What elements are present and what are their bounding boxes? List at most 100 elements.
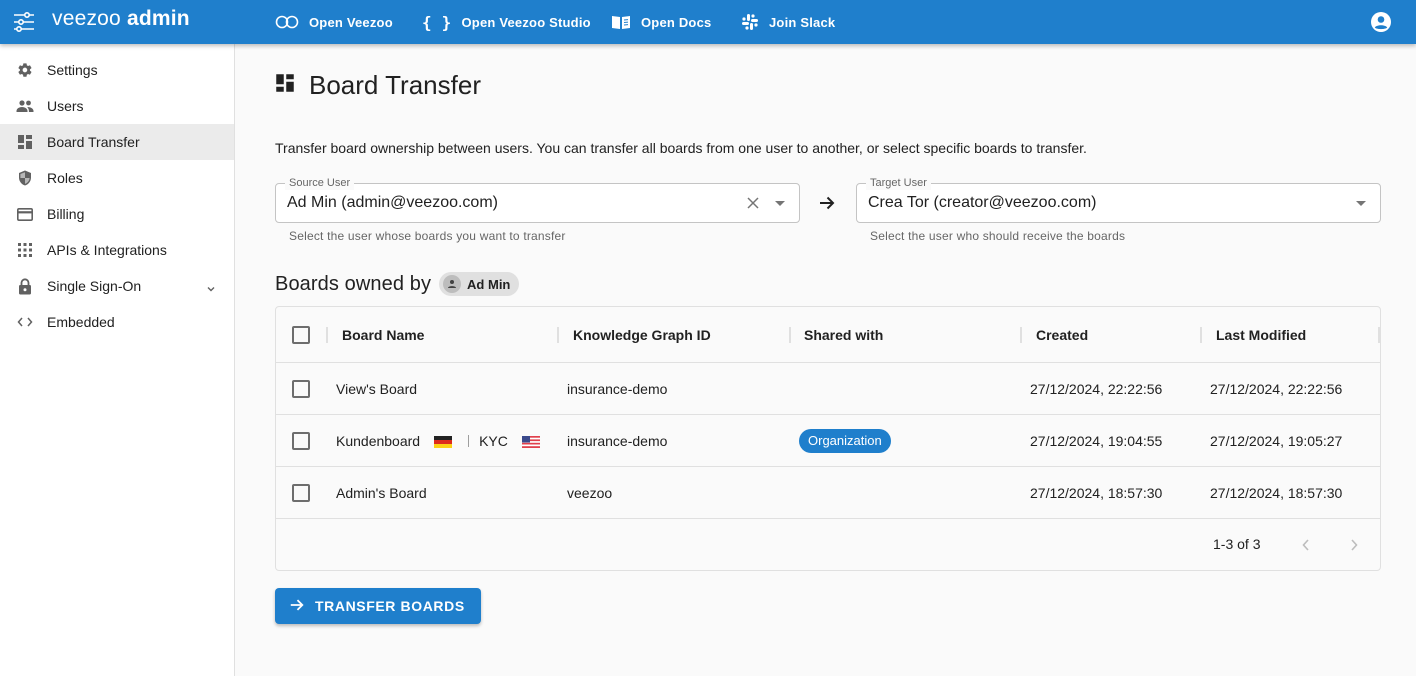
column-separator[interactable]: [789, 327, 791, 343]
open-docs-label: Open Docs: [641, 14, 712, 30]
knowledge-graph-id: veezoo: [567, 484, 613, 501]
column-separator[interactable]: [1020, 327, 1022, 343]
join-slack-link[interactable]: Join Slack: [741, 10, 835, 34]
last-modified-date: 27/12/2024, 22:22:56: [1210, 380, 1343, 397]
sidebar-item-roles[interactable]: Roles: [0, 160, 234, 196]
apps-grid-icon: [16, 241, 34, 259]
chevron-down-icon[interactable]: [206, 280, 216, 298]
row-checkbox[interactable]: [292, 380, 310, 398]
target-user-value: Crea Tor (creator@veezoo.com): [868, 194, 1097, 211]
table-row[interactable]: Admin's Board veezoo 27/12/2024, 18:57:3…: [276, 467, 1380, 519]
target-user-helper: Select the user who should receive the b…: [870, 229, 1126, 243]
owner-chip-label: Ad Min: [467, 276, 511, 292]
previous-page-button[interactable]: [1295, 534, 1317, 556]
row-checkbox[interactable]: [292, 432, 310, 450]
sidebar-item-label: Settings: [47, 62, 98, 78]
arrow-right-icon: [289, 597, 305, 616]
boards-owned-title: Boards owned by: [275, 272, 432, 295]
select-all-checkbox[interactable]: [292, 326, 310, 344]
row-checkbox[interactable]: [292, 484, 310, 502]
column-separator[interactable]: [1200, 327, 1202, 343]
table-row[interactable]: Kundenboard KYC insurance-demo Organizat…: [276, 415, 1380, 467]
last-modified-date: 27/12/2024, 18:57:30: [1210, 484, 1343, 501]
brand-logo[interactable]: veezoo admin: [52, 7, 190, 31]
knowledge-graph-id: insurance-demo: [567, 380, 668, 397]
sidebar-item-single-sign-on[interactable]: Single Sign-On: [0, 268, 234, 304]
shared-organization-badge[interactable]: Organization: [799, 428, 891, 453]
slack-icon: [741, 13, 759, 31]
sidebar-item-users[interactable]: Users: [0, 88, 234, 124]
page-header: Board Transfer: [275, 70, 481, 101]
sidebar-item-billing[interactable]: Billing: [0, 196, 234, 232]
open-veezoo-label: Open Veezoo: [309, 14, 393, 30]
column-separator[interactable]: [1378, 327, 1380, 343]
open-studio-label: Open Veezoo Studio: [461, 14, 591, 30]
board-name-suffix: KYC: [479, 432, 508, 449]
account-circle-icon[interactable]: [1370, 11, 1392, 33]
sidebar-item-embedded[interactable]: Embedded: [0, 304, 234, 340]
sidebar-item-apis-integrations[interactable]: APIs & Integrations: [0, 232, 234, 268]
dropdown-arrow-icon[interactable]: [1356, 201, 1366, 206]
dashboard-icon: [16, 133, 34, 151]
source-user-label: Source User: [285, 176, 355, 190]
next-page-button[interactable]: [1343, 534, 1365, 556]
sidebar-item-label: Embedded: [47, 314, 115, 330]
last-modified-date: 27/12/2024, 19:05:27: [1210, 432, 1343, 449]
table-row[interactable]: View's Board insurance-demo 27/12/2024, …: [276, 363, 1380, 415]
us-flag-icon: [521, 435, 540, 448]
dropdown-arrow-icon[interactable]: [775, 201, 785, 206]
top-app-bar: veezoo admin Open Veezoo { } Open Veezoo…: [0, 0, 1416, 44]
transfer-boards-button[interactable]: TRANSFER BOARDS: [275, 588, 481, 624]
sidebar-item-label: APIs & Integrations: [47, 242, 167, 258]
board-name-cell: Kundenboard KYC: [336, 415, 540, 466]
boards-owned-heading: Boards owned by Ad Min: [275, 272, 520, 296]
lock-icon: [16, 277, 34, 295]
target-user-select[interactable]: Target User Crea Tor (creator@veezoo.com…: [856, 176, 1381, 223]
shared-with-cell: Organization: [799, 415, 891, 466]
sidebar-item-settings[interactable]: Settings: [0, 52, 234, 88]
source-user-helper: Select the user whose boards you want to…: [289, 229, 566, 243]
users-icon: [16, 97, 34, 115]
source-user-value: Ad Min (admin@veezoo.com): [287, 194, 498, 211]
join-slack-label: Join Slack: [769, 14, 836, 30]
transfer-boards-label: TRANSFER BOARDS: [315, 598, 465, 614]
open-docs-link[interactable]: Open Docs: [611, 10, 711, 34]
brand-name: veezoo: [52, 7, 121, 30]
column-header-shared-with[interactable]: Shared with: [804, 307, 883, 362]
column-header-created[interactable]: Created: [1036, 307, 1088, 362]
target-user-label: Target User: [866, 176, 931, 190]
settings-sliders-icon[interactable]: [12, 10, 36, 34]
column-header-knowledge-graph-id[interactable]: Knowledge Graph ID: [573, 307, 711, 362]
open-veezoo-link[interactable]: Open Veezoo: [275, 10, 393, 34]
table-header: Board Name Knowledge Graph ID Shared wit…: [276, 307, 1380, 363]
source-user-select[interactable]: Source User Ad Min (admin@veezoo.com): [275, 176, 800, 223]
created-date: 27/12/2024, 22:22:56: [1030, 380, 1163, 397]
sidebar-item-label: Roles: [47, 170, 83, 186]
sidebar-item-label: Board Transfer: [47, 134, 140, 150]
column-header-board-name[interactable]: Board Name: [342, 307, 424, 362]
clear-icon[interactable]: [745, 195, 761, 211]
table-pagination: 1-3 of 3: [276, 519, 1380, 570]
german-flag-icon: [434, 435, 453, 448]
sidebar: Settings Users Board Transfer Roles Bill…: [0, 44, 235, 676]
shield-icon: [16, 169, 34, 187]
dashboard-icon: [275, 73, 295, 98]
sidebar-item-board-transfer[interactable]: Board Transfer: [0, 124, 234, 160]
page-title: Board Transfer: [309, 70, 481, 100]
pagination-range: 1-3 of 3: [1213, 536, 1261, 552]
board-name: Admin's Board: [336, 484, 427, 501]
infinity-icon: [275, 15, 299, 29]
knowledge-graph-id: insurance-demo: [567, 432, 668, 449]
board-name: Kundenboard: [336, 432, 421, 449]
code-icon: [16, 313, 34, 331]
arrow-right-icon: [818, 194, 836, 217]
credit-card-icon: [16, 205, 34, 223]
sidebar-item-label: Users: [47, 98, 84, 114]
chevron-right-icon: [1351, 539, 1358, 551]
column-separator[interactable]: [557, 327, 559, 343]
column-separator[interactable]: [326, 327, 328, 343]
open-veezoo-studio-link[interactable]: { } Open Veezoo Studio: [422, 10, 591, 34]
owner-chip: Ad Min: [439, 272, 520, 296]
column-header-last-modified[interactable]: Last Modified: [1216, 307, 1306, 362]
boards-table: Board Name Knowledge Graph ID Shared wit…: [275, 306, 1381, 571]
